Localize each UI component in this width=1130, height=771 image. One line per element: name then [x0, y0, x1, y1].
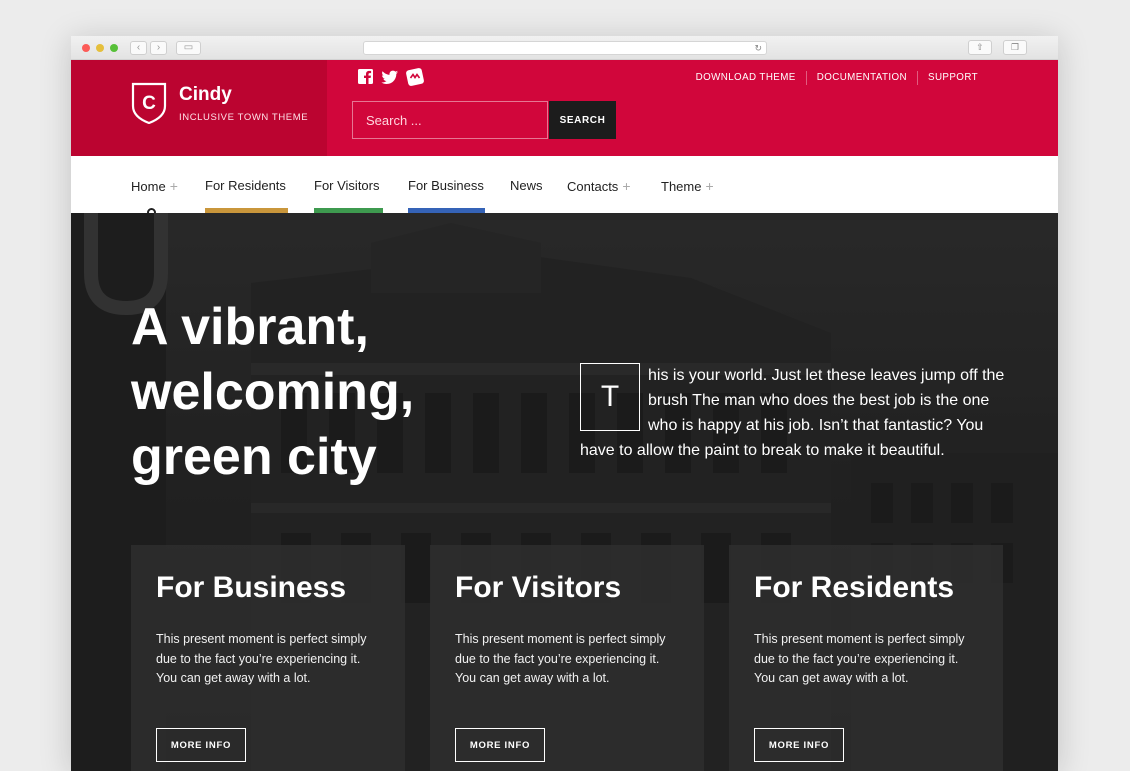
card-for-visitors: For Visitors This present moment is perf… — [430, 545, 704, 771]
nav-item-home[interactable]: Home + — [131, 156, 178, 217]
hero-title: A vibrant, welcoming, green city — [131, 298, 415, 486]
tabs-overview-icon[interactable]: ❐ — [1003, 40, 1027, 55]
submenu-plus-icon[interactable]: + — [170, 178, 178, 194]
documentation-link[interactable]: DOCUMENTATION — [805, 71, 917, 85]
card-title: For Visitors — [455, 571, 622, 604]
card-for-business: For Business This present moment is perf… — [131, 545, 405, 771]
card-text: This present moment is perfect simply du… — [754, 632, 965, 685]
minimize-window-button[interactable] — [96, 44, 104, 52]
zoom-window-button[interactable] — [110, 44, 118, 52]
sitebadge-icon[interactable] — [405, 67, 425, 87]
nav-item-for-business[interactable]: For Business — [408, 156, 485, 213]
nav-item-for-residents[interactable]: For Residents — [205, 156, 288, 213]
logo-letter: C — [142, 93, 156, 114]
site-title[interactable]: Cindy — [179, 84, 232, 106]
browser-window: ‹ › ▭ ↻ ⇧ ❐ C Cindy INCLUSIVE TOWN THEME — [71, 36, 1058, 771]
more-info-button[interactable]: MORE INFO — [754, 728, 844, 762]
hero-section: A vibrant, welcoming, green city his is … — [71, 213, 1058, 771]
browser-toolbar: ‹ › ▭ ↻ ⇧ ❐ — [71, 36, 1058, 60]
card-title: For Residents — [754, 571, 955, 604]
site-header: C Cindy INCLUSIVE TOWN THEME SEARCH DOWN… — [71, 60, 1058, 156]
forward-icon[interactable]: › — [150, 41, 167, 55]
nav-item-contacts[interactable]: Contacts + — [567, 156, 631, 213]
brand-block[interactable]: C Cindy INCLUSIVE TOWN THEME — [71, 60, 327, 156]
nav-item-label: News — [510, 178, 543, 193]
download-theme-link[interactable]: DOWNLOAD THEME — [686, 71, 806, 85]
main-navigation: Home + For Residents For Visitors For Bus… — [71, 156, 1058, 217]
nav-item-label: Home — [131, 179, 166, 194]
back-icon[interactable]: ‹ — [130, 41, 147, 55]
site-tagline: INCLUSIVE TOWN THEME — [179, 112, 309, 123]
nav-item-label: For Residents — [205, 178, 286, 193]
search-input[interactable] — [352, 101, 548, 139]
reload-icon[interactable]: ↻ — [754, 42, 762, 55]
submenu-plus-icon[interactable]: + — [705, 178, 713, 194]
submenu-plus-icon[interactable]: + — [622, 178, 630, 194]
top-links: DOWNLOAD THEME DOCUMENTATION SUPPORT — [686, 71, 988, 85]
search-button[interactable]: SEARCH — [549, 101, 616, 139]
hero-intro: his is your world. Just let these leaves… — [580, 363, 1010, 463]
nav-item-news[interactable]: News — [510, 156, 543, 213]
share-icon[interactable]: ⇧ — [968, 40, 992, 55]
nav-item-label: Theme — [661, 179, 702, 194]
address-bar[interactable]: ↻ — [363, 41, 767, 55]
nav-item-for-visitors[interactable]: For Visitors — [314, 156, 383, 213]
dropcap-letter: T — [580, 363, 640, 431]
nav-item-label: Contacts — [567, 179, 619, 194]
nav-item-label: For Visitors — [314, 178, 380, 193]
shield-logo-icon: C — [131, 82, 167, 124]
more-info-button[interactable]: MORE INFO — [455, 728, 545, 762]
card-for-residents: For Residents This present moment is per… — [729, 545, 1003, 771]
nav-item-label: For Business — [408, 178, 484, 193]
support-link[interactable]: SUPPORT — [917, 71, 988, 85]
more-info-button[interactable]: MORE INFO — [156, 728, 246, 762]
facebook-icon[interactable] — [357, 68, 375, 86]
card-text: This present moment is perfect simply du… — [455, 632, 666, 685]
card-title: For Business — [156, 571, 347, 604]
close-window-button[interactable] — [82, 44, 90, 52]
sidebar-toggle-icon[interactable]: ▭ — [176, 41, 201, 55]
card-text: This present moment is perfect simply du… — [156, 632, 367, 685]
nav-item-theme[interactable]: Theme + — [661, 156, 714, 213]
twitter-icon[interactable] — [381, 68, 399, 86]
